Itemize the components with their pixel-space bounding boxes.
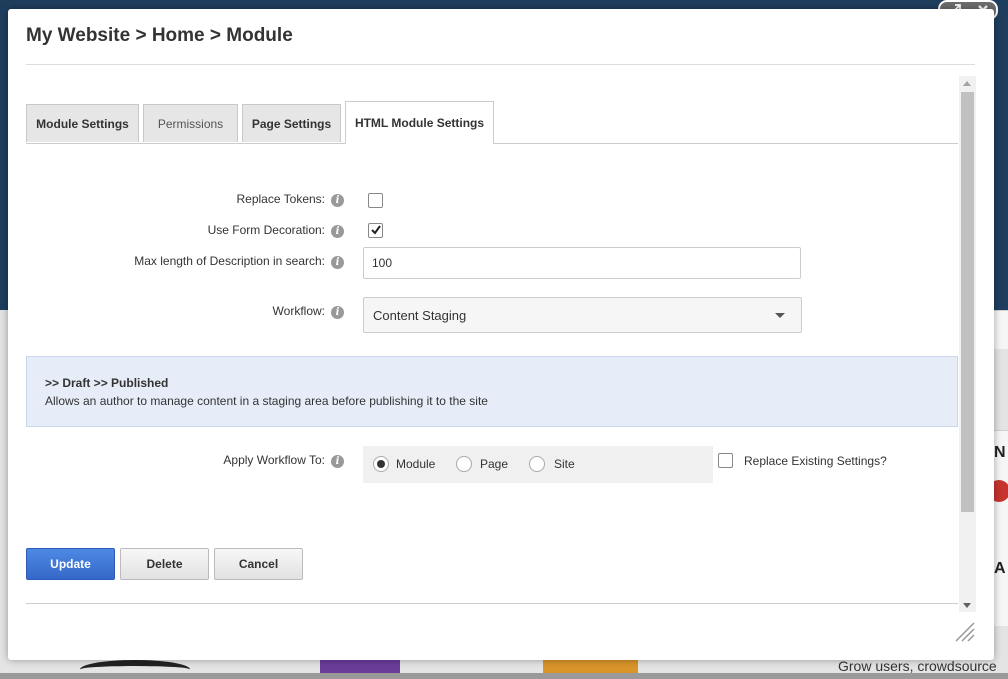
radio-module-label[interactable]: Module [396,457,435,471]
tab-html-module-settings[interactable]: HTML Module Settings [345,101,494,144]
background-image [80,660,190,679]
vertical-scrollbar[interactable] [959,76,976,612]
background-letter: N [994,444,1006,461]
workflow-selected-value: Content Staging [373,308,467,323]
replace-tokens-label: Replace Tokens: [236,192,326,206]
scroll-thumb[interactable] [961,92,974,512]
radio-site-label[interactable]: Site [554,457,575,471]
tab-permissions[interactable]: Permissions [143,104,238,142]
scroll-up-icon[interactable] [963,81,971,86]
background-tagline: Grow users, crowdsource [838,658,997,674]
cancel-button[interactable]: Cancel [214,548,303,580]
radio-module[interactable] [373,456,389,472]
settings-tabs: Module Settings Permissions Page Setting… [26,101,958,144]
chevron-down-icon [775,313,785,318]
workflow-info-box: >> Draft >> Published Allows an author t… [26,356,958,427]
apply-workflow-radio-group: Module Page Site [363,446,713,483]
radio-page[interactable] [456,456,472,472]
tab-page-settings[interactable]: Page Settings [242,104,341,142]
tab-module-settings[interactable]: Module Settings [26,104,139,142]
info-icon[interactable]: i [331,194,344,207]
module-settings-dialog: My Website > Home > Module Module Settin… [8,9,994,660]
background-letter: A [994,560,1006,577]
info-icon[interactable]: i [331,225,344,238]
radio-page-label[interactable]: Page [480,457,508,471]
resize-grip-icon[interactable] [954,621,976,646]
use-form-decoration-checkbox[interactable] [368,223,383,238]
background-image [320,660,400,673]
page-title: My Website > Home > Module [26,25,293,46]
workflow-description: Allows an author to manage content in a … [45,394,488,408]
workflow-label: Workflow: [272,304,325,318]
delete-button[interactable]: Delete [120,548,209,580]
background-image [543,660,638,673]
update-button[interactable]: Update [26,548,115,580]
apply-workflow-label: Apply Workflow To: [223,453,325,467]
radio-site[interactable] [529,456,545,472]
max-length-input[interactable] [363,247,801,279]
divider [26,603,958,604]
info-icon[interactable]: i [331,455,344,468]
workflow-steps: >> Draft >> Published [45,376,169,390]
scroll-down-icon[interactable] [963,603,971,608]
workflow-select[interactable]: Content Staging [363,297,802,333]
replace-existing-label[interactable]: Replace Existing Settings? [744,454,887,468]
replace-existing-checkbox[interactable] [718,453,733,468]
replace-tokens-checkbox[interactable] [368,193,383,208]
divider [26,64,975,65]
max-length-label: Max length of Description in search: [134,254,325,268]
checkmark-icon [371,225,381,235]
info-icon[interactable]: i [331,306,344,319]
use-form-decoration-label: Use Form Decoration: [207,223,325,237]
info-icon[interactable]: i [331,256,344,269]
